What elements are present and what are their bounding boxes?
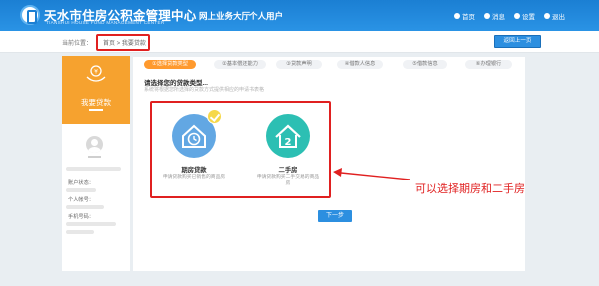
phone-label: 手机号码： [68,214,94,220]
settings-icon [514,13,520,19]
annotation-text: 可以选择期房和二手房 [415,183,525,195]
message-link[interactable]: 消息 [484,11,505,21]
breadcrumb[interactable]: 首页 > 我要贷款 [103,38,146,47]
sidebar-title: 我要贷款 [81,98,111,107]
loan-hand-icon: ¥ [86,65,106,82]
blurred-info [66,167,121,171]
home-link[interactable]: 首页 [454,11,475,21]
exit-label: 退出 [552,14,565,21]
account-number-label: 个人帐号： [68,197,94,203]
message-label: 消息 [492,14,505,21]
blurred-info [66,230,94,234]
site-title-en: TIANSHUI HOUSE FUND MANAGEMENT CENTER [46,20,165,25]
avatar [86,136,103,153]
house-2-icon: 2 [275,124,301,148]
header-tools: 首页 消息 设置 退出 [454,11,565,21]
annotation-arrow-icon [333,168,410,180]
step-5[interactable]: ⑤借款信息 [403,60,447,69]
sidebar-header: ¥ 我要贷款 [62,56,130,124]
next-button[interactable]: 下一步 [318,210,352,222]
option-second-hand-house-desc: 申请贷款购买二手交易的商品房 [256,175,320,186]
blurred-info [66,222,116,226]
step-4[interactable]: ④借款人信息 [337,60,383,69]
back-button[interactable]: 返回上一页 [494,35,541,48]
exit-link[interactable]: 退出 [544,11,565,21]
nav-online-hall[interactable]: 网上业务大厅 [199,10,250,22]
option-forward-house-desc: 申请贷款购买已销售的商品房 [162,175,226,180]
blurred-info [66,188,96,192]
exit-icon [544,13,550,19]
svg-text:2: 2 [285,137,292,148]
username-placeholder [88,156,101,158]
option-second-hand-house-name: 二手房 [278,167,298,174]
question-subtitle: 系统将根据您所选择的贷款方式提供相应的申请书表格 [144,87,265,93]
step-6[interactable]: ⑥办理银行 [465,60,512,69]
step-1[interactable]: ①选择贷款类型 [144,60,196,69]
selected-check-icon [207,109,222,124]
home-label: 首页 [462,14,475,21]
option-second-hand-house[interactable]: 2 [266,114,310,158]
account-status-label: 账户状态： [68,180,94,186]
blurred-info [66,205,104,209]
logo-icon [20,5,40,25]
option-forward-house-name: 期房贷款 [181,167,207,174]
nav-personal-user[interactable]: 个人用户 [249,10,283,22]
breadcrumb-label: 当前位置： [62,41,93,47]
sidebar-divider [89,109,103,111]
home-icon [454,13,460,19]
sidebar-panel: ¥ 我要贷款 [62,56,130,271]
message-icon [484,13,490,19]
settings-label: 设置 [522,14,535,21]
svg-text:¥: ¥ [94,69,98,76]
step-2[interactable]: ②基本偿还能力 [214,60,266,69]
step-3[interactable]: ③贷款声明 [276,60,322,69]
settings-link[interactable]: 设置 [514,11,535,21]
